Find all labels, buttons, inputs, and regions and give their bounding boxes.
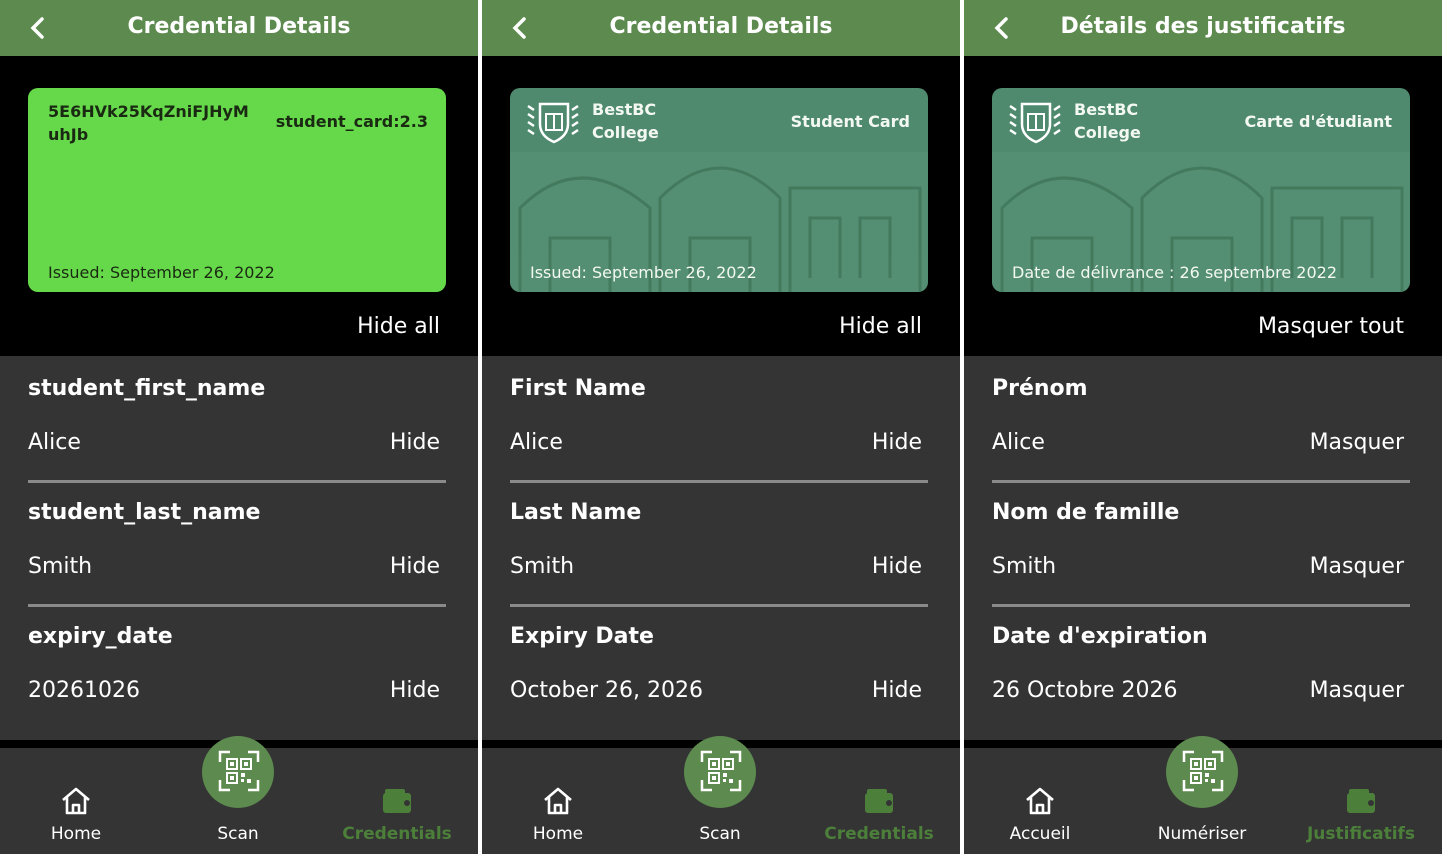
credential-card-area: BestBC College Carte d'étudiant Date de …	[964, 56, 1442, 356]
attribute-value: Alice	[992, 430, 1045, 455]
home-icon	[1026, 787, 1054, 815]
issuer-name-line2: College	[592, 123, 659, 142]
divider	[510, 604, 928, 607]
attribute-label: Expiry Date	[510, 624, 654, 649]
nav-home-label: Home	[532, 824, 584, 844]
issuer-name: BestBC College	[1074, 98, 1141, 144]
attribute-label: Date d'expiration	[992, 624, 1208, 649]
attribute-label: student_first_name	[28, 376, 266, 401]
divider	[992, 604, 1410, 607]
scan-button[interactable]	[684, 736, 756, 808]
credential-type: Carte d'étudiant	[1244, 112, 1392, 131]
issued-date: Issued: September 26, 2022	[530, 263, 757, 282]
divider	[510, 480, 928, 483]
bottom-nav: Home Scan Credentials	[0, 736, 478, 854]
bottom-nav: Home Scan Credentials	[482, 736, 960, 854]
nav-home-label: Accueil	[1009, 824, 1071, 844]
hide-all-button[interactable]: Hide all	[839, 314, 922, 339]
credential-card[interactable]: BestBC College Carte d'étudiant Date de …	[992, 88, 1410, 292]
hide-button[interactable]: Masquer	[1310, 554, 1404, 579]
page-title: Détails des justificatifs	[1060, 14, 1346, 39]
nav-home-label: Home	[50, 824, 102, 844]
attribute-label: Prénom	[992, 376, 1088, 401]
credential-details-screen-formatted: Credential Details BestBC College Studen…	[482, 0, 960, 854]
issuer-name-line1: BestBC	[1074, 100, 1139, 119]
issuer-name-line2: College	[1074, 123, 1141, 142]
attribute-label: student_last_name	[28, 500, 261, 525]
credential-definition-id: 5E6HVk25KqZniFJHyMuhJb	[48, 102, 249, 144]
attribute-value: 20261026	[28, 678, 140, 703]
issuer-name: BestBC College	[592, 98, 659, 144]
hide-all-button[interactable]: Masquer tout	[1258, 314, 1404, 339]
book-shield-icon	[527, 102, 579, 144]
wallet-icon	[865, 789, 893, 813]
wallet-icon	[1347, 789, 1375, 813]
nav-scan-label: Scan	[699, 824, 741, 844]
hide-button[interactable]: Hide	[390, 430, 440, 455]
credential-card-area: BestBC College Student Card Issued: Sept…	[482, 56, 960, 356]
attribute-label: expiry_date	[28, 624, 173, 649]
hide-button[interactable]: Hide	[872, 554, 922, 579]
home-icon	[62, 787, 90, 815]
hide-button[interactable]: Hide	[390, 678, 440, 703]
page-title: Credential Details	[609, 14, 833, 39]
scan-button[interactable]	[202, 736, 274, 808]
nav-credentials-label: Justificatifs	[1306, 824, 1416, 844]
book-shield-icon	[1009, 102, 1061, 144]
attribute-value: Smith	[510, 554, 575, 579]
qr-code-icon	[218, 750, 260, 792]
hide-button[interactable]: Hide	[872, 430, 922, 455]
issuer-name-line1: BestBC	[592, 100, 657, 119]
attribute-value: 26 Octobre 2026	[992, 678, 1178, 703]
issued-date: Date de délivrance : 26 septembre 2022	[1012, 263, 1338, 282]
nav-credentials-label: Credentials	[824, 824, 934, 844]
credential-type: student_card:2.3	[275, 112, 428, 131]
attribute-value: Alice	[28, 430, 81, 455]
hide-button[interactable]: Hide	[872, 678, 922, 703]
hide-button[interactable]: Masquer	[1310, 430, 1404, 455]
divider	[992, 480, 1410, 483]
attribute-value: October 26, 2026	[510, 678, 704, 703]
scan-button[interactable]	[1166, 736, 1238, 808]
credential-type: Student Card	[790, 112, 910, 131]
page-title: Credential Details	[127, 14, 351, 39]
attribute-value: Alice	[510, 430, 563, 455]
app-header: Credential Details	[0, 0, 478, 56]
attribute-list: First Name Alice Hide Last Name Smith Hi…	[482, 356, 960, 740]
credential-details-screen-french: Détails des justificatifs BestBC College	[964, 0, 1442, 854]
attribute-label: First Name	[510, 376, 646, 401]
nav-scan-label: Scan	[217, 824, 259, 844]
nav-credentials-label: Credentials	[342, 824, 452, 844]
credential-details-screen-raw: Credential Details 5E6HVk25KqZniFJHyMuhJ…	[0, 0, 478, 854]
issued-date: Issued: September 26, 2022	[48, 263, 275, 282]
attribute-label: Nom de famille	[992, 500, 1180, 525]
qr-code-icon	[1182, 750, 1224, 792]
hide-button[interactable]: Hide	[390, 554, 440, 579]
nav-scan-label: Numériser	[1157, 824, 1247, 844]
attribute-label: Last Name	[510, 500, 642, 525]
app-header: Credential Details	[482, 0, 960, 56]
hide-button[interactable]: Masquer	[1310, 678, 1404, 703]
hide-all-button[interactable]: Hide all	[357, 314, 440, 339]
wallet-icon	[383, 789, 411, 813]
attribute-list: Prénom Alice Masquer Nom de famille Smit…	[964, 356, 1442, 740]
app-header: Détails des justificatifs	[964, 0, 1442, 56]
qr-code-icon	[700, 750, 742, 792]
home-icon	[544, 787, 572, 815]
credential-card[interactable]: 5E6HVk25KqZniFJHyMuhJb student_card:2.3 …	[28, 88, 446, 292]
attribute-list: student_first_name Alice Hide student_la…	[0, 356, 478, 740]
divider	[28, 480, 446, 483]
credential-card[interactable]: BestBC College Student Card Issued: Sept…	[510, 88, 928, 292]
divider	[28, 604, 446, 607]
attribute-value: Smith	[992, 554, 1057, 579]
attribute-value: Smith	[28, 554, 93, 579]
credential-card-area: 5E6HVk25KqZniFJHyMuhJb student_card:2.3 …	[0, 56, 478, 356]
bottom-nav: Accueil Numériser Justificatifs	[964, 736, 1442, 854]
